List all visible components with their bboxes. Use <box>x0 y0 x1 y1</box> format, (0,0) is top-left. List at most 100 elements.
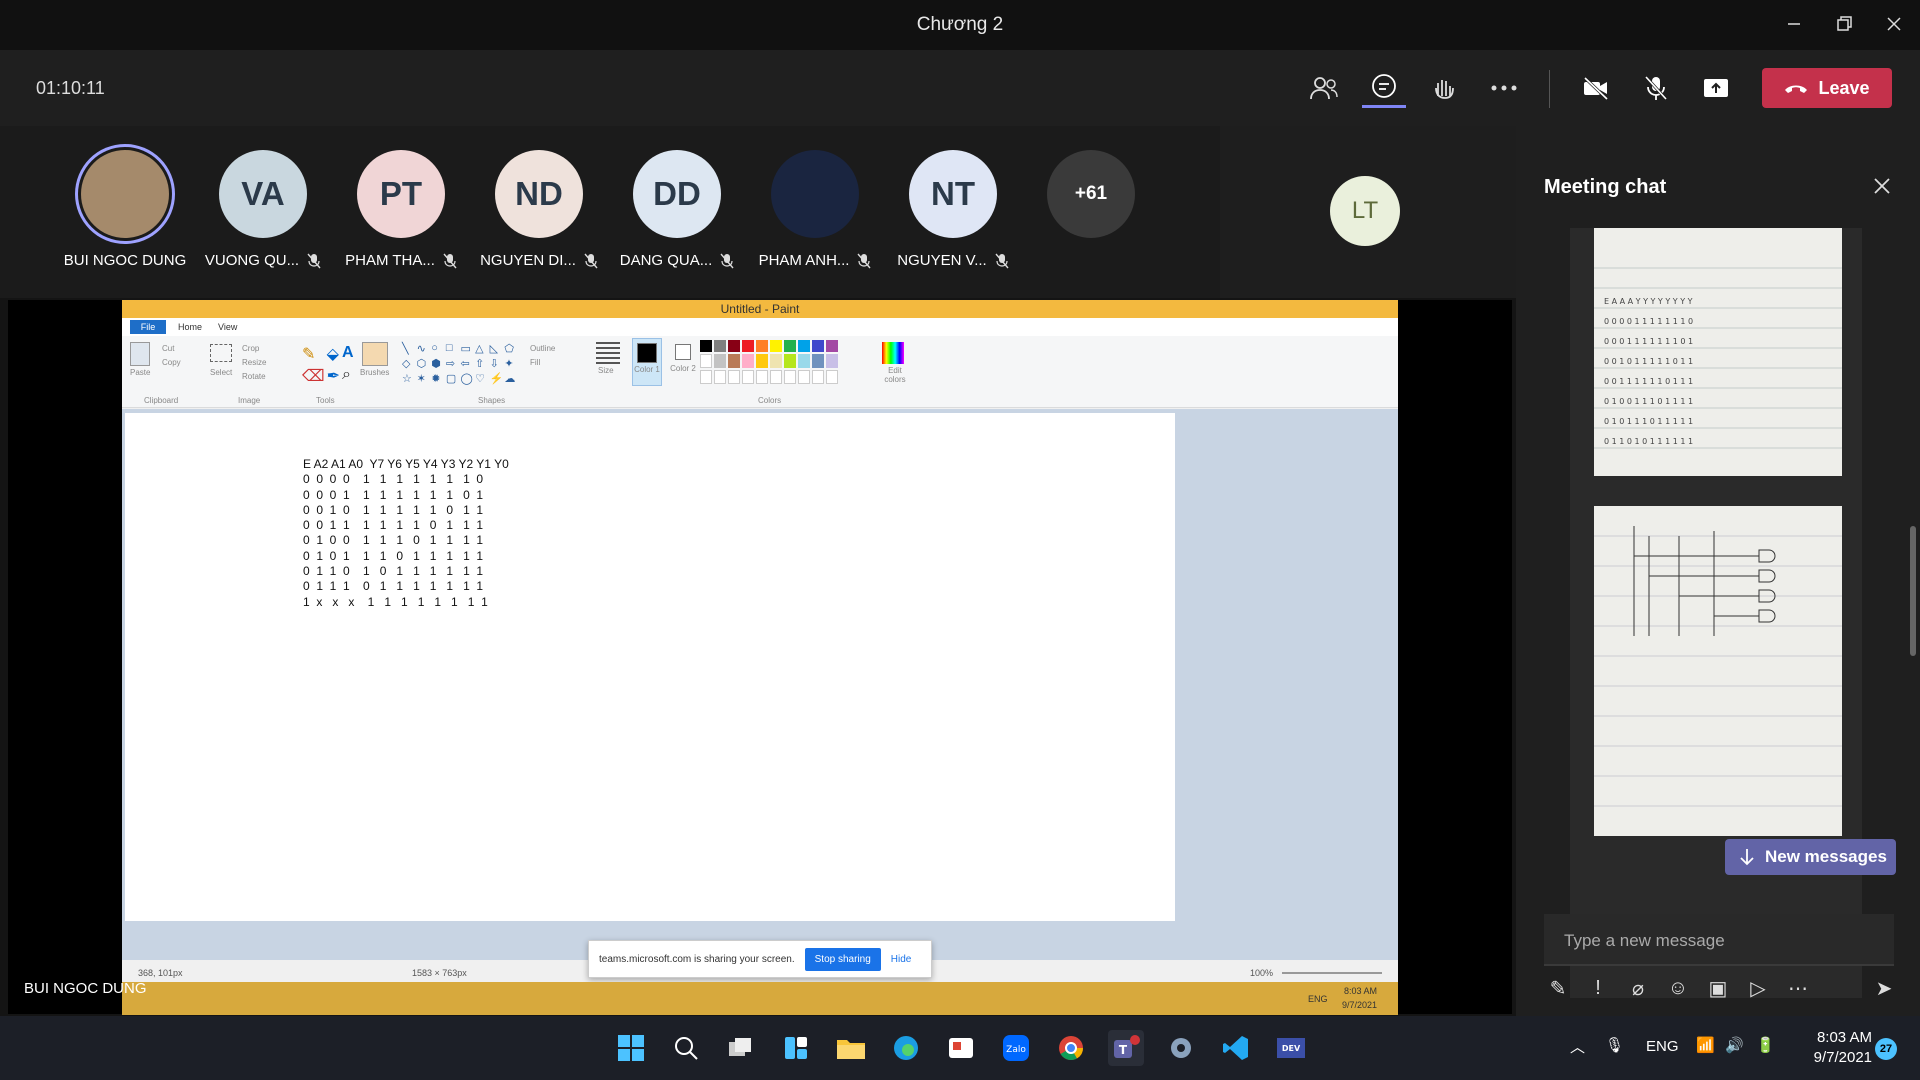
battery-icon[interactable]: 🔋 <box>1756 1036 1775 1054</box>
wifi-icon[interactable]: 📶 <box>1696 1036 1715 1054</box>
cut-label[interactable]: Cut <box>162 344 174 353</box>
hide-link[interactable]: Hide <box>891 954 912 965</box>
leave-button[interactable]: Leave <box>1762 68 1892 108</box>
teams-icon[interactable]: T <box>1108 1030 1144 1066</box>
important-icon[interactable]: ! <box>1584 974 1612 1002</box>
system-clock[interactable]: 8:03 AM 9/7/2021 <box>1798 1028 1872 1068</box>
message-input[interactable]: Type a new message <box>1544 914 1894 966</box>
participant-tile[interactable]: PT PHAM THA... <box>332 150 470 269</box>
crop-label[interactable]: Crop <box>242 344 259 353</box>
people-icon[interactable] <box>1302 68 1346 108</box>
truth-table-row: 0 0 1 1 1 1 1 1 0 1 1 1 <box>303 518 484 533</box>
language-indicator[interactable]: ENG <box>1646 1038 1679 1055</box>
volume-icon[interactable]: 🔊 <box>1725 1036 1744 1054</box>
participant-tile[interactable]: PHAM ANH... <box>746 150 884 269</box>
paint-tab-view[interactable]: View <box>218 322 237 332</box>
emoji-icon[interactable]: ☺ <box>1664 974 1692 1002</box>
participant-tile[interactable]: ND NGUYEN DI... <box>470 150 608 269</box>
color1-selector[interactable]: Color 1 <box>632 338 662 386</box>
microphone-tray-icon[interactable]: 🎙 <box>1605 1036 1624 1054</box>
stop-sharing-button[interactable]: Stop sharing <box>804 947 881 971</box>
color2-selector[interactable]: Color 2 <box>668 338 698 386</box>
windows-taskbar: Zalo T DEV ︿ 🎙 ENG 📶 🔊 🔋 8:03 AM 9/7/202… <box>0 1016 1920 1080</box>
muted-mic-icon <box>307 253 321 268</box>
avatar: PT <box>357 150 445 238</box>
participant-tile[interactable]: +61 <box>1022 150 1160 238</box>
muted-mic-icon <box>584 253 598 268</box>
resize-label[interactable]: Resize <box>242 358 266 367</box>
handwritten-table-image: E A A A Y Y Y Y Y Y Y Y 0 0 0 0 1 1 1 1 … <box>1594 267 1842 449</box>
color-palette[interactable] <box>700 340 840 384</box>
participant-name: BUI NGOC DUNG <box>63 252 187 269</box>
settings-icon[interactable] <box>1163 1030 1199 1066</box>
share-screen-icon[interactable] <box>1694 68 1738 108</box>
sticker-icon[interactable]: ▣ <box>1704 974 1732 1002</box>
chat-scrollbar[interactable] <box>1910 526 1916 656</box>
zalo-icon[interactable]: Zalo <box>998 1030 1034 1066</box>
minimize-icon[interactable] <box>1770 0 1818 48</box>
search-icon[interactable] <box>668 1030 704 1066</box>
camera-off-icon[interactable] <box>1574 68 1618 108</box>
group-colors: Colors <box>758 396 782 405</box>
participant-tile[interactable]: NT NGUYEN V... <box>884 150 1022 269</box>
handwritten-circuit-image <box>1594 526 1842 807</box>
start-icon[interactable] <box>613 1030 649 1066</box>
paint-tab-home[interactable]: Home <box>178 322 202 332</box>
outline-label[interactable]: Outline <box>530 344 555 353</box>
more-options-icon[interactable] <box>1482 68 1526 108</box>
copy-label[interactable]: Copy <box>162 358 181 367</box>
size-icon[interactable] <box>596 342 620 364</box>
participant-name: NGUYEN DI... <box>480 252 576 269</box>
truth-table-row: 0 1 0 0 1 1 1 0 1 1 1 1 <box>303 533 484 548</box>
chat-image-1[interactable]: E A A A Y Y Y Y Y Y Y Y 0 0 0 0 1 1 1 1 … <box>1594 228 1842 476</box>
app-icon[interactable] <box>943 1030 979 1066</box>
chevron-up-icon[interactable]: ︿ <box>1570 1036 1585 1057</box>
participant-tile[interactable]: VA VUONG QU... <box>194 150 332 269</box>
devcpp-icon[interactable]: DEV <box>1273 1030 1309 1066</box>
mic-off-icon[interactable] <box>1634 68 1678 108</box>
participant-tile[interactable]: BUI NGOC DUNG <box>56 150 194 269</box>
format-icon[interactable]: ✎ <box>1544 974 1572 1002</box>
close-chat-icon[interactable] <box>1872 176 1896 200</box>
truth-table-header: E A2 A1 A0 Y7 Y6 Y5 Y4 Y3 Y2 Y1 Y0 <box>303 457 509 471</box>
chat-icon[interactable] <box>1362 68 1406 108</box>
inner-date: 9/7/2021 <box>1342 1000 1378 1010</box>
paste-icon[interactable] <box>130 342 150 366</box>
select-label: Select <box>210 368 233 377</box>
paint-canvas[interactable]: E A2 A1 A0 Y7 Y6 Y5 Y4 Y3 Y2 Y1 Y0 0 0 0 … <box>125 413 1175 921</box>
more-compose-icon[interactable]: ⋯ <box>1784 974 1812 1002</box>
rotate-label[interactable]: Rotate <box>242 372 266 381</box>
shapes-gallery[interactable]: ╲ ∿ ○ □ ▭ △ ◺ ⬠ ◇ ⬡ ⬢ ⇨ ⇦ ⇧ ⇩ ✦ ☆ ✶ ✹ ▢ ◯ ♡ ⚡ ☁ <box>402 342 518 386</box>
attach-icon[interactable]: ⌀ <box>1624 974 1652 1002</box>
edit-colors-icon[interactable] <box>882 342 904 364</box>
share-bar-text: teams.microsoft.com is sharing your scre… <box>599 953 795 965</box>
svg-text:DEV: DEV <box>1282 1044 1301 1053</box>
avatar-lt: LT <box>1330 176 1400 246</box>
notification-badge[interactable]: 27 <box>1875 1038 1897 1060</box>
task-view-icon[interactable] <box>723 1030 759 1066</box>
paint-tabs: File Home View <box>122 318 1398 336</box>
file-explorer-icon[interactable] <box>833 1030 869 1066</box>
raise-hand-icon[interactable] <box>1422 68 1466 108</box>
edge-icon[interactable] <box>888 1030 924 1066</box>
vscode-icon[interactable] <box>1218 1030 1254 1066</box>
inner-clock: 8:03 AM <box>1344 986 1378 996</box>
widgets-icon[interactable] <box>778 1030 814 1066</box>
zoom-slider[interactable] <box>1282 972 1382 974</box>
fill-label[interactable]: Fill <box>530 358 540 367</box>
tools-grid[interactable]: ✎ ⬙ A ⌫ ✒ ⌕ <box>302 344 354 385</box>
participant-tile-lt[interactable]: LT <box>1220 126 1516 298</box>
participant-tile[interactable]: DD DANG QUA... <box>608 150 746 269</box>
paint-tab-file[interactable]: File <box>130 320 166 334</box>
close-window-icon[interactable] <box>1870 0 1918 48</box>
brushes-icon[interactable] <box>362 342 388 366</box>
new-messages-button[interactable]: New messages <box>1725 839 1896 875</box>
restore-icon[interactable] <box>1820 0 1868 48</box>
select-icon[interactable] <box>210 344 232 362</box>
chrome-icon[interactable] <box>1053 1030 1089 1066</box>
schedule-send-icon[interactable]: ▷ <box>1744 974 1772 1002</box>
svg-text:T: T <box>1119 1043 1128 1057</box>
send-icon[interactable]: ➤ <box>1870 974 1898 1002</box>
svg-text:0 0 1 0 1 1 1 1 1 0: 0 0 1 0 1 1 1 1 1 0 1 1 <box>1604 357 1693 366</box>
chat-image-2[interactable] <box>1594 506 1842 836</box>
